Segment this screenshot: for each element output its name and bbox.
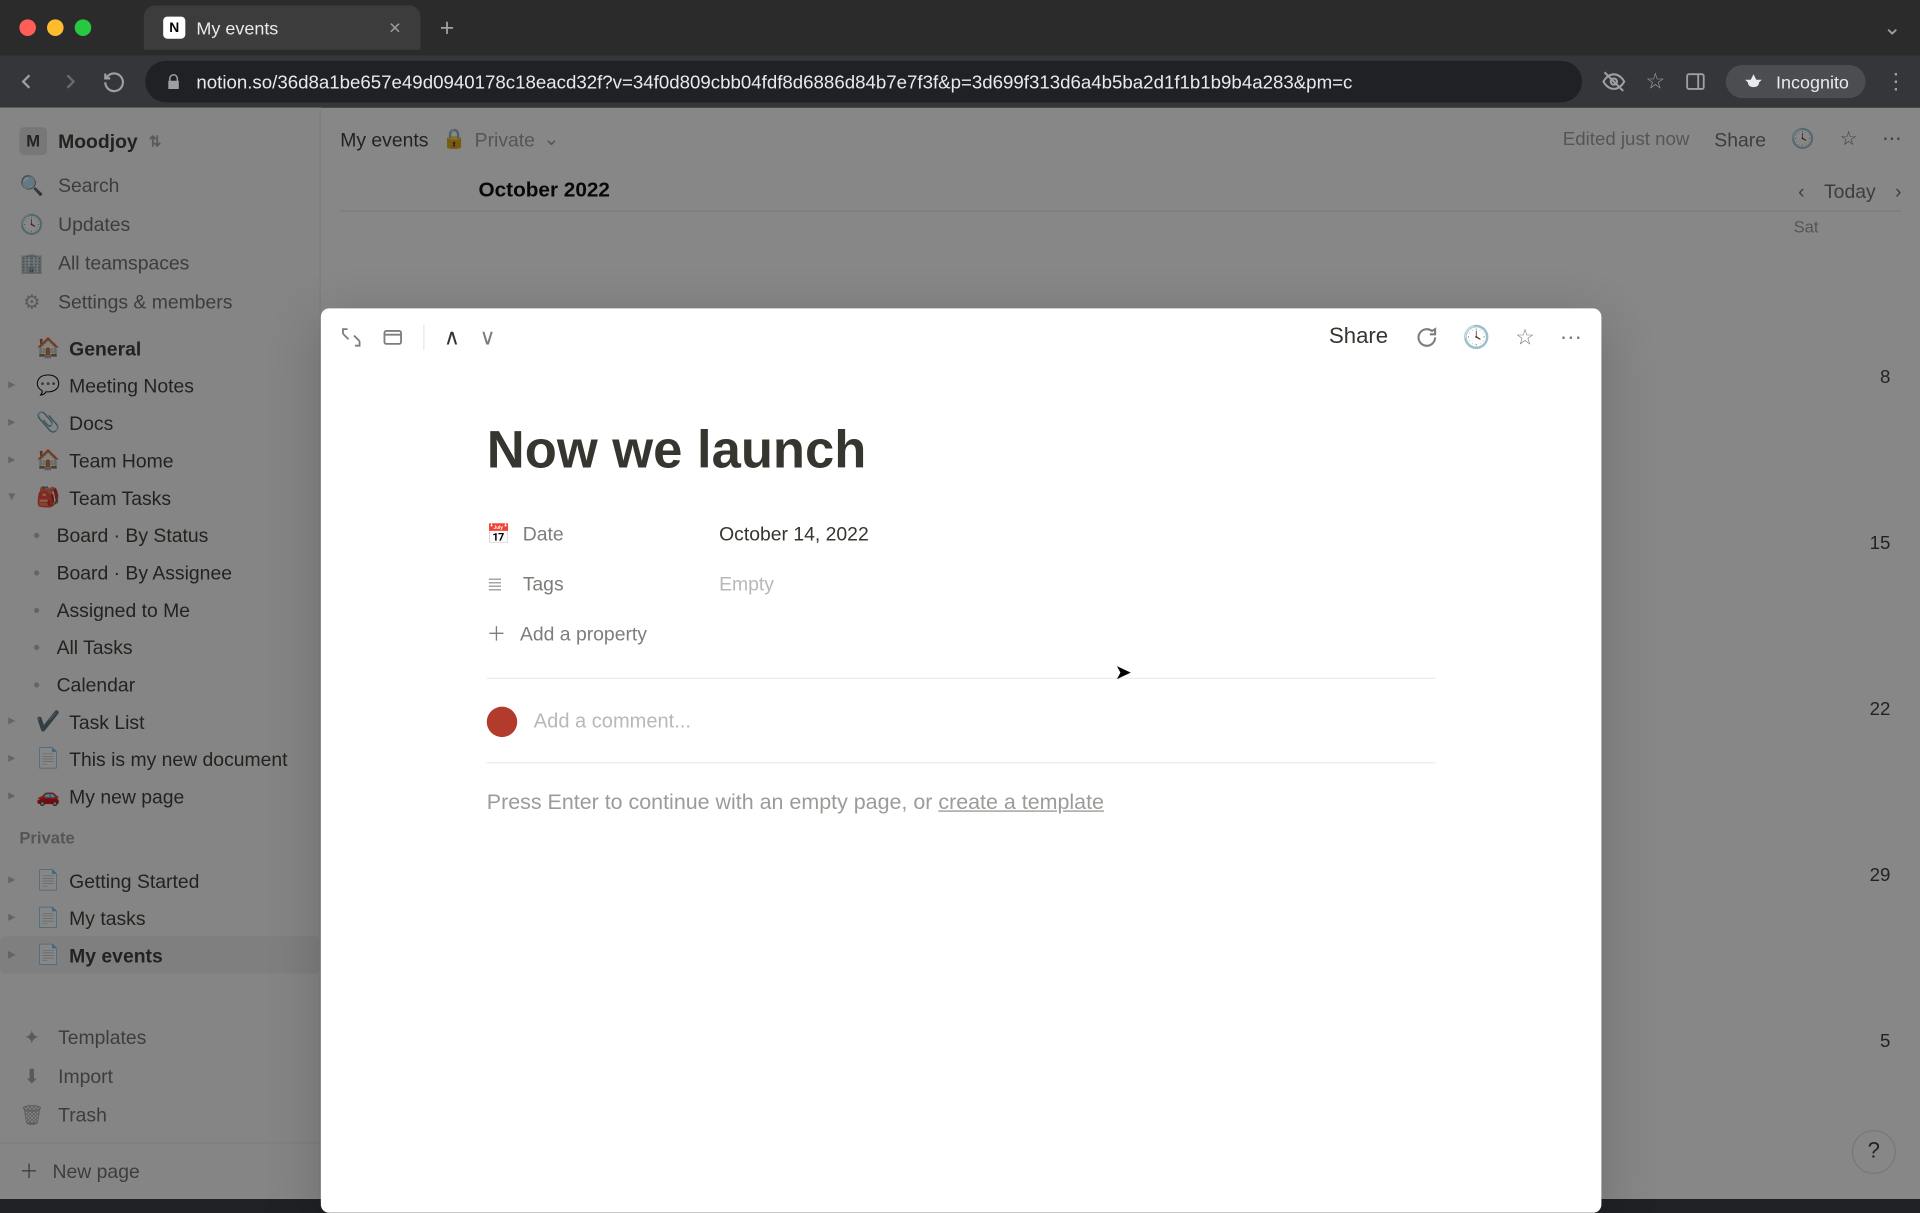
tab-overflow-icon[interactable]: ⌄: [1883, 14, 1902, 42]
next-page-icon[interactable]: ∨: [479, 324, 495, 352]
panel-icon[interactable]: [1685, 71, 1707, 93]
property-value[interactable]: October 14, 2022: [719, 523, 869, 545]
modal-toolbar: ∧ ∨ Share 🕓 ☆ ⋯: [321, 308, 1602, 366]
favorite-star-icon[interactable]: ☆: [1515, 324, 1535, 352]
incognito-icon: [1743, 71, 1765, 93]
divider: [487, 678, 1436, 679]
traffic-light-zoom[interactable]: [75, 19, 92, 36]
reload-icon[interactable]: [102, 70, 126, 94]
bookmark-star-icon[interactable]: ☆: [1645, 68, 1665, 96]
property-tags[interactable]: ≣ Tags Empty: [487, 559, 1436, 609]
eye-off-icon[interactable]: [1601, 69, 1626, 94]
notion-favicon: N: [163, 17, 185, 39]
forward-icon[interactable]: [58, 69, 83, 94]
page-modal: ∧ ∨ Share 🕓 ☆ ⋯ Now we launch 📅 Date Octo…: [321, 308, 1602, 1212]
more-icon[interactable]: ⋯: [1560, 324, 1582, 352]
add-property-button[interactable]: ＋ Add a property: [487, 608, 1436, 658]
add-comment[interactable]: Add a comment...: [487, 698, 1436, 763]
list-icon: ≣: [487, 572, 509, 596]
incognito-label: Incognito: [1776, 71, 1849, 92]
notion-app: M Moodjoy ⇅ 🔍Search 🕓Updates 🏢All teamsp…: [0, 108, 1920, 1199]
modal-share-button[interactable]: Share: [1329, 325, 1388, 350]
property-key: Date: [523, 523, 564, 545]
traffic-light-close[interactable]: [19, 19, 36, 36]
browser-tab[interactable]: N My events ×: [144, 6, 421, 50]
url-text: notion.so/36d8a1be657e49d0940178c18eacd3…: [196, 71, 1352, 92]
separator: [423, 325, 424, 350]
lock-icon: [165, 73, 183, 91]
property-key: Tags: [523, 573, 564, 595]
browser-toolbar: notion.so/36d8a1be657e49d0940178c18eacd3…: [0, 55, 1920, 108]
empty-page-hint: Press Enter to continue with an empty pa…: [487, 763, 1436, 816]
create-template-link[interactable]: create a template: [938, 791, 1104, 815]
tab-close-icon[interactable]: ×: [389, 16, 401, 40]
new-tab-button[interactable]: +: [440, 13, 455, 42]
incognito-badge[interactable]: Incognito: [1726, 65, 1865, 98]
tab-title: My events: [196, 17, 278, 38]
add-property-label: Add a property: [520, 622, 647, 644]
updates-clock-icon[interactable]: 🕓: [1463, 324, 1491, 352]
property-value-empty[interactable]: Empty: [719, 573, 774, 595]
property-date[interactable]: 📅 Date October 14, 2022: [487, 509, 1436, 559]
hint-text: Press Enter to continue with an empty pa…: [487, 791, 939, 815]
macos-titlebar: N My events × + ⌄: [0, 0, 1920, 55]
prev-page-icon[interactable]: ∧: [444, 324, 460, 352]
expand-icon[interactable]: [340, 326, 362, 348]
peek-mode-icon[interactable]: [382, 326, 404, 348]
kebab-icon[interactable]: ⋮: [1885, 68, 1907, 96]
comment-placeholder: Add a comment...: [534, 711, 691, 733]
user-avatar: [487, 707, 517, 737]
calendar-icon: 📅: [487, 522, 509, 546]
page-title[interactable]: Now we launch: [487, 422, 1436, 481]
back-icon[interactable]: [14, 69, 39, 94]
traffic-light-minimize[interactable]: [47, 19, 64, 36]
comments-icon[interactable]: [1413, 325, 1438, 350]
plus-icon: ＋: [487, 620, 506, 648]
address-bar[interactable]: notion.so/36d8a1be657e49d0940178c18eacd3…: [145, 61, 1582, 102]
